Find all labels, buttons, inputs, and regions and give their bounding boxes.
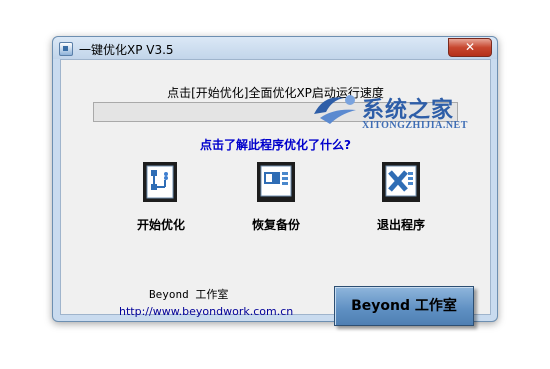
app-window: 一键优化XP V3.5 ✕ 点击[开始优化]全面优化XP启动运行速度 点击了解此…: [52, 36, 498, 326]
excel-x-icon: [382, 162, 420, 202]
start-optimize-button[interactable]: 开始优化: [126, 160, 196, 233]
beyond-studio-button[interactable]: Beyond 工作室: [334, 286, 474, 326]
close-button[interactable]: ✕: [448, 38, 492, 57]
title-bar[interactable]: 一键优化XP V3.5 ✕: [53, 37, 497, 59]
slideshow-icon: [257, 162, 295, 202]
app-icon: [59, 42, 73, 56]
flowchart-icon: [143, 162, 177, 202]
info-link[interactable]: 点击了解此程序优化了什么?: [61, 136, 490, 153]
watermark-subtitle: XITONGZHIJIA.NET: [362, 120, 468, 131]
window-title: 一键优化XP V3.5: [79, 43, 174, 57]
start-optimize-label: 开始优化: [136, 218, 185, 232]
site-watermark: 系统之家 XITONGZHIJIA.NET: [310, 88, 470, 132]
watermark-logo-icon: [314, 95, 356, 124]
restore-backup-button[interactable]: 恢复备份: [241, 160, 311, 233]
restore-backup-label: 恢复备份: [251, 218, 300, 232]
exit-program-button[interactable]: 退出程序: [366, 160, 436, 233]
studio-name: Beyond 工作室: [149, 288, 229, 301]
exit-program-label: 退出程序: [376, 218, 425, 232]
website-link[interactable]: http://www.beyondwork.com.cn: [119, 305, 293, 318]
